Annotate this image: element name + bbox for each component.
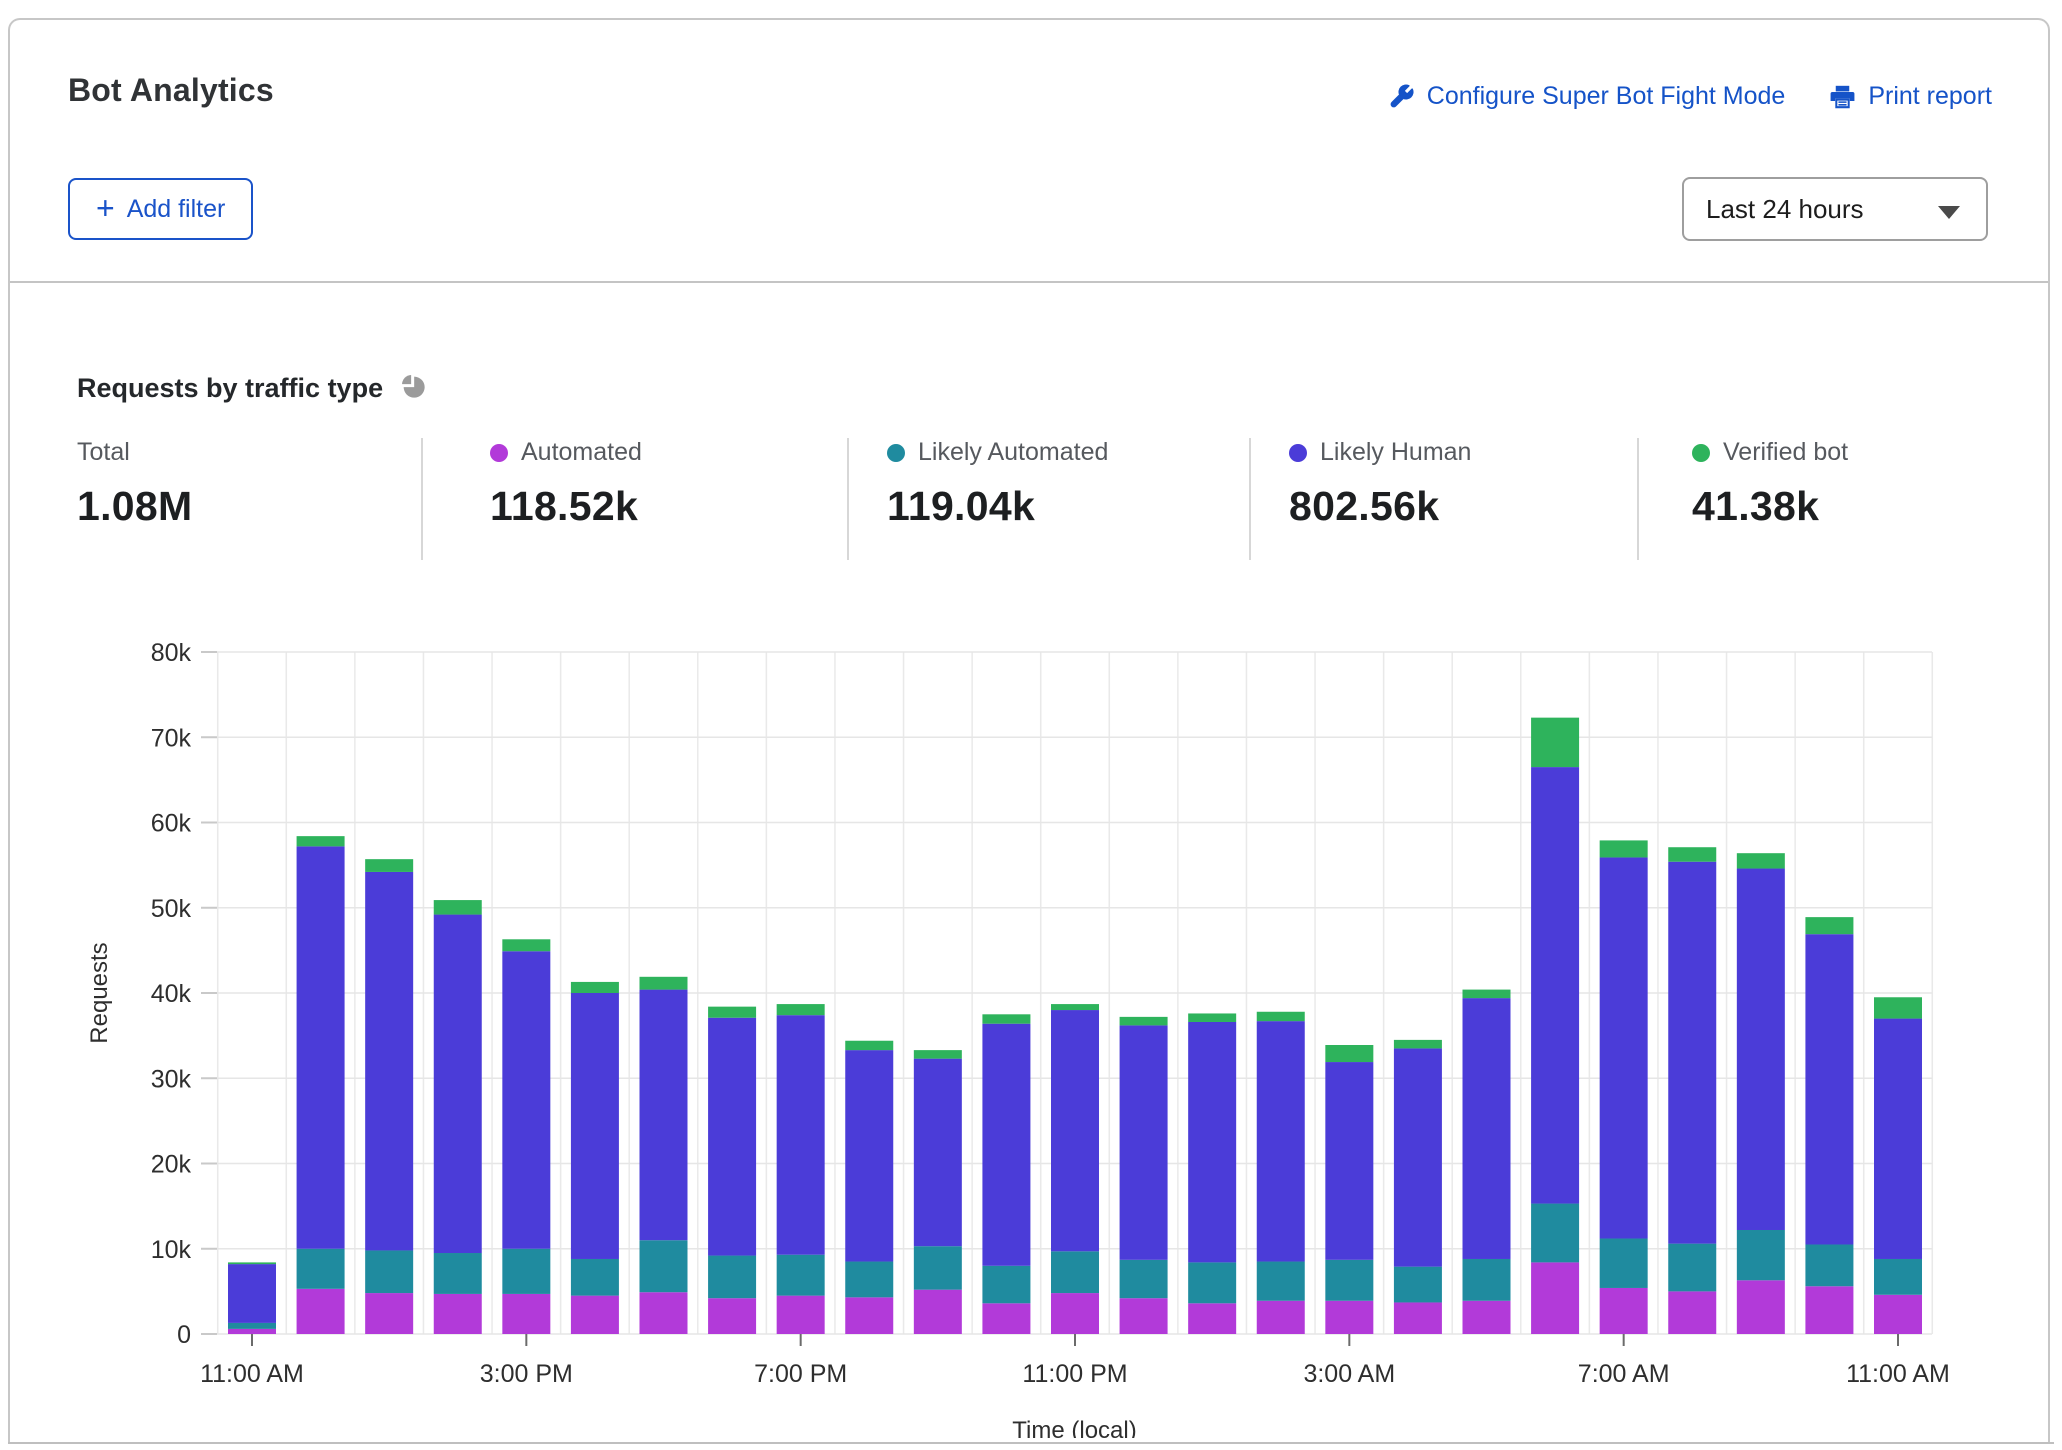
time-range-value: Last 24 hours	[1706, 194, 1864, 225]
stat-divider	[1637, 438, 1639, 560]
stat-likely-human-value: 802.56k	[1289, 483, 1471, 530]
print-link-label: Print report	[1868, 82, 1992, 111]
likely-automated-dot-icon	[887, 444, 905, 462]
svg-text:11:00 AM: 11:00 AM	[1846, 1360, 1950, 1388]
svg-text:10k: 10k	[151, 1236, 192, 1264]
automated-dot-icon	[490, 444, 508, 462]
printer-icon	[1829, 83, 1856, 110]
header-links: Configure Super Bot Fight Mode Print rep…	[1388, 82, 1992, 111]
svg-text:3:00 AM: 3:00 AM	[1303, 1360, 1395, 1388]
svg-text:11:00 PM: 11:00 PM	[1022, 1360, 1127, 1388]
wrench-icon	[1388, 83, 1415, 110]
stat-divider	[1249, 438, 1251, 560]
stat-divider	[421, 438, 423, 560]
svg-text:7:00 AM: 7:00 AM	[1578, 1360, 1670, 1388]
svg-text:80k: 80k	[151, 639, 192, 667]
stat-automated-label: Automated	[521, 438, 642, 467]
stat-total[interactable]: Total 1.08M	[77, 438, 192, 530]
pie-chart-icon	[399, 372, 427, 405]
svg-text:3:00 PM: 3:00 PM	[480, 1360, 573, 1388]
stat-verified-bot[interactable]: Verified bot 41.38k	[1692, 438, 1848, 530]
svg-text:0: 0	[177, 1321, 191, 1349]
svg-text:11:00 AM: 11:00 AM	[200, 1360, 304, 1388]
plus-icon: +	[96, 192, 115, 224]
stat-automated[interactable]: Automated 118.52k	[490, 438, 642, 530]
page-title: Bot Analytics	[68, 72, 274, 109]
stat-total-value: 1.08M	[77, 483, 192, 530]
stat-likely-automated-value: 119.04k	[887, 483, 1108, 530]
card-header: Bot Analytics Configure Super Bot Fight …	[10, 20, 2048, 283]
chevron-down-icon	[1938, 206, 1960, 219]
time-range-dropdown[interactable]: Last 24 hours	[1682, 177, 1988, 241]
svg-text:60k: 60k	[151, 810, 192, 838]
requests-by-traffic-type-chart: 0 10k 20k 30k 40k 50k 60k 70k 80k 11:00 AM 3:00 PM…	[10, 602, 2056, 1438]
svg-text:20k: 20k	[151, 1151, 192, 1179]
stat-likely-automated-label: Likely Automated	[918, 438, 1108, 467]
verified-bot-dot-icon	[1692, 444, 1710, 462]
bot-analytics-card: Bot Analytics Configure Super Bot Fight …	[8, 18, 2050, 1442]
stat-verified-bot-value: 41.38k	[1692, 483, 1848, 530]
add-filter-label: Add filter	[127, 195, 226, 224]
section-divider	[8, 1442, 2054, 1444]
section-title: Requests by traffic type	[77, 373, 383, 404]
stat-total-label: Total	[77, 438, 130, 467]
section-title-row: Requests by traffic type	[77, 372, 427, 405]
stat-likely-human[interactable]: Likely Human 802.56k	[1289, 438, 1471, 530]
configure-super-bot-fight-mode-link[interactable]: Configure Super Bot Fight Mode	[1388, 82, 1786, 111]
svg-text:Requests: Requests	[86, 942, 113, 1043]
svg-text:40k: 40k	[151, 980, 192, 1008]
print-report-link[interactable]: Print report	[1829, 82, 1992, 111]
svg-text:30k: 30k	[151, 1065, 192, 1093]
stat-verified-bot-label: Verified bot	[1723, 438, 1848, 467]
add-filter-button[interactable]: + Add filter	[68, 178, 253, 240]
stat-likely-automated[interactable]: Likely Automated 119.04k	[887, 438, 1108, 530]
configure-link-label: Configure Super Bot Fight Mode	[1427, 82, 1786, 111]
stats-row: Total 1.08M Automated 118.52k Likely Aut…	[10, 438, 2048, 568]
svg-text:Time (local): Time (local)	[1012, 1417, 1136, 1438]
stat-automated-value: 118.52k	[490, 483, 642, 530]
stat-divider	[847, 438, 849, 560]
svg-text:7:00 PM: 7:00 PM	[754, 1360, 847, 1388]
svg-text:70k: 70k	[151, 724, 192, 752]
likely-human-dot-icon	[1289, 444, 1307, 462]
svg-text:50k: 50k	[151, 895, 192, 923]
stat-likely-human-label: Likely Human	[1320, 438, 1471, 467]
